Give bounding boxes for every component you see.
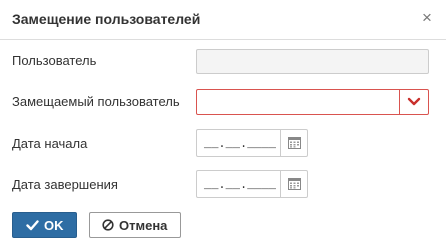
close-icon[interactable]: × xyxy=(418,9,436,27)
start-date-label: Дата начала xyxy=(12,136,88,151)
user-label: Пользователь xyxy=(12,53,97,68)
end-date-calendar-button[interactable] xyxy=(280,171,307,197)
cancel-button-label: Отмена xyxy=(119,218,168,233)
replaced-user-select[interactable] xyxy=(196,89,429,115)
ok-button[interactable]: OK xyxy=(12,212,77,238)
start-date-field[interactable]: __.__.____ xyxy=(196,129,308,157)
ban-icon xyxy=(102,219,114,231)
end-date-label: Дата завершения xyxy=(12,177,118,192)
cancel-button[interactable]: Отмена xyxy=(89,212,181,238)
calendar-icon xyxy=(288,137,301,149)
check-icon xyxy=(26,220,39,231)
dialog-title: Замещение пользователей xyxy=(12,11,201,27)
user-replacement-dialog: Замещение пользователей × Пользователь З… xyxy=(0,0,446,250)
end-date-field[interactable]: __.__.____ xyxy=(196,170,308,198)
ok-button-label: OK xyxy=(44,218,64,233)
start-date-mask: __.__.____ xyxy=(204,137,277,151)
user-input[interactable] xyxy=(196,49,429,74)
end-date-mask: __.__.____ xyxy=(204,178,277,192)
start-date-calendar-button[interactable] xyxy=(280,130,307,156)
select-divider xyxy=(399,90,400,114)
replaced-user-label: Замещаемый пользователь xyxy=(12,94,180,109)
dialog-header: Замещение пользователей × xyxy=(0,0,446,40)
chevron-down-icon[interactable] xyxy=(407,96,421,108)
calendar-icon xyxy=(288,178,301,190)
